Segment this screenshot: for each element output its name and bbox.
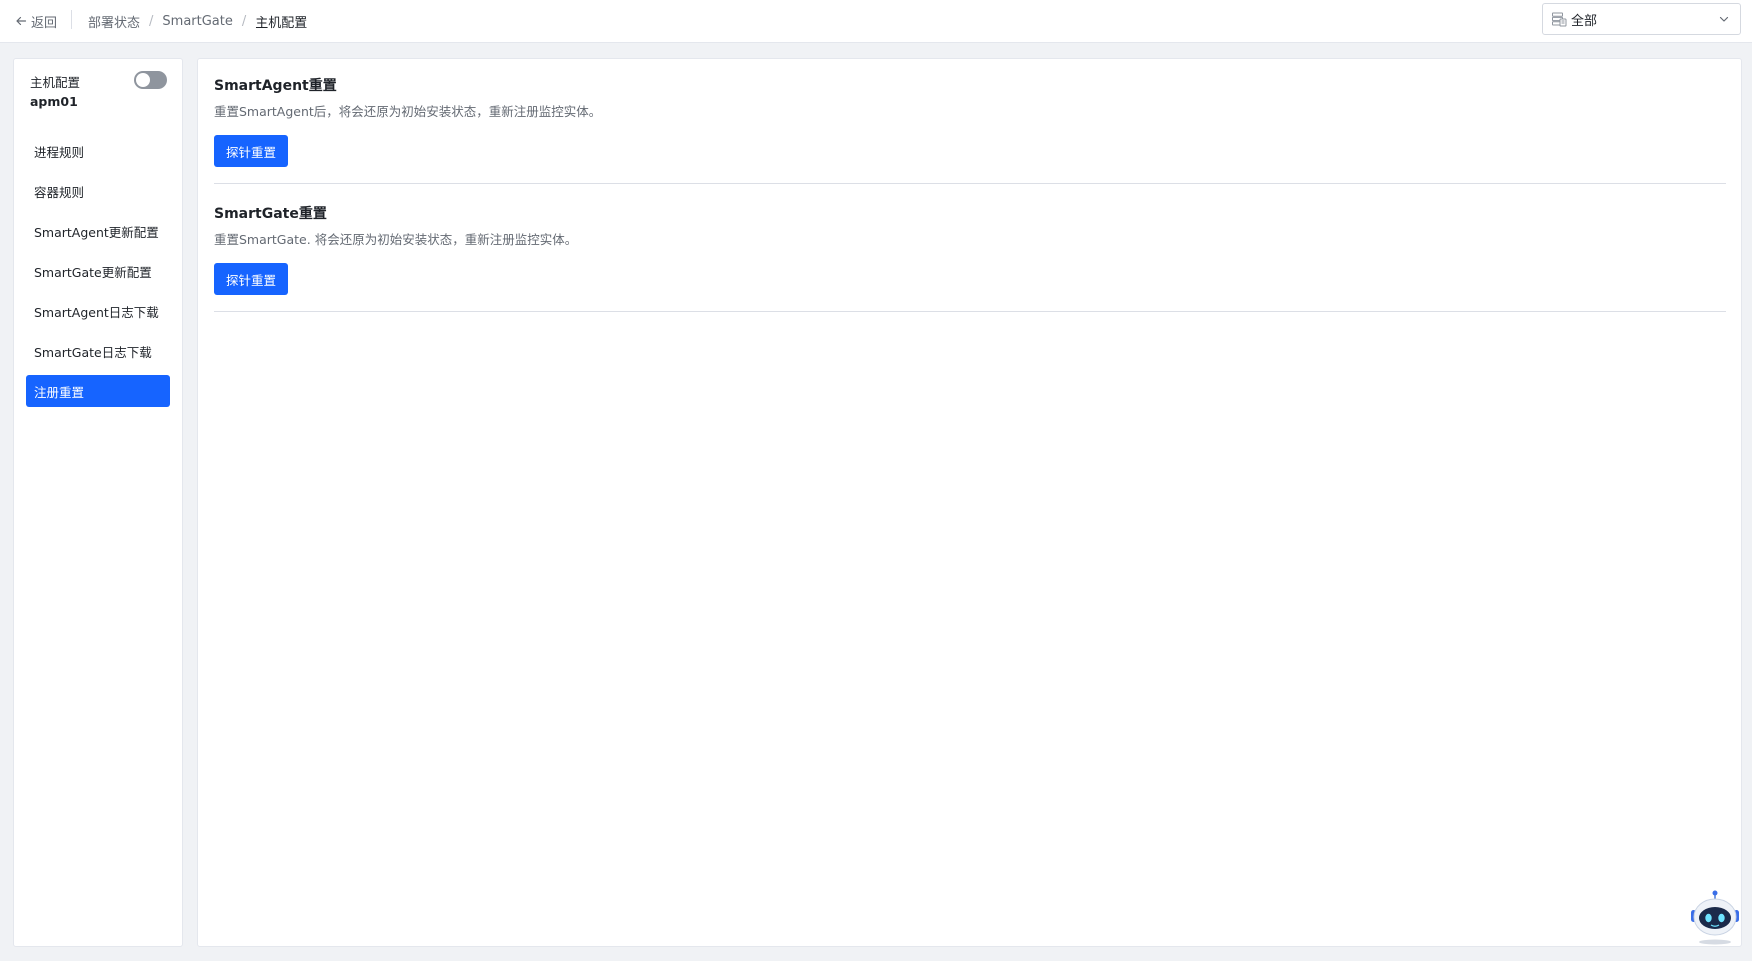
smartagent-reset-section: SmartAgent重置 重置SmartAgent后，将会还原为初始安装状态，重… <box>214 76 1726 184</box>
smartgate-reset-section: SmartGate重置 重置SmartGate. 将会还原为初始安装状态，重新注… <box>214 204 1726 312</box>
section-divider <box>214 183 1726 184</box>
section-divider <box>214 311 1726 312</box>
section-title: SmartGate重置 <box>214 206 327 222</box>
arrow-left-icon <box>16 16 27 26</box>
top-bar: 返回 部署状态 / SmartGate / 主机配置 全部 <box>0 0 1752 43</box>
breadcrumb-separator: / <box>149 13 154 29</box>
sidebar-item-register-reset[interactable]: 注册重置 <box>26 375 170 407</box>
section-description: 重置SmartAgent后，将会还原为初始安装状态，重新注册监控实体。 <box>214 104 602 119</box>
breadcrumb-host-config: 主机配置 <box>255 15 308 31</box>
sidebar: 主机配置 apm01 进程规则 容器规则 SmartAgent更新配置 Smar… <box>13 58 183 947</box>
back-link[interactable]: 返回 <box>15 11 57 31</box>
section-description: 重置SmartGate. 将会还原为初始安装状态，重新注册监控实体。 <box>214 232 578 247</box>
sidebar-item-process-rules[interactable]: 进程规则 <box>26 135 170 167</box>
sidebar-item-smartagent-log-download[interactable]: SmartAgent日志下载 <box>26 295 170 327</box>
breadcrumb-smartgate[interactable]: SmartGate <box>162 14 232 29</box>
sidebar-item-container-rules[interactable]: 容器规则 <box>26 175 170 207</box>
main-panel: SmartAgent重置 重置SmartAgent后，将会还原为初始安装状态，重… <box>197 58 1742 947</box>
back-label: 返回 <box>31 15 58 31</box>
smartgate-probe-reset-button[interactable]: 探针重置 <box>214 263 288 295</box>
breadcrumb: 部署状态 / SmartGate / 主机配置 <box>88 11 307 31</box>
topbar-divider <box>71 10 72 29</box>
host-config-toggle[interactable] <box>134 71 167 89</box>
sidebar-item-smartgate-log-download[interactable]: SmartGate日志下载 <box>26 335 170 367</box>
host-name: apm01 <box>30 94 78 109</box>
chevron-down-icon <box>1719 16 1729 22</box>
robot-assistant-icon[interactable] <box>1687 890 1743 946</box>
sidebar-menu: 进程规则 容器规则 SmartAgent更新配置 SmartGate更新配置 S… <box>26 135 170 415</box>
section-title: SmartAgent重置 <box>214 78 337 94</box>
scope-select-value: 全部 <box>1571 13 1598 29</box>
sidebar-item-smartagent-update-config[interactable]: SmartAgent更新配置 <box>26 215 170 247</box>
breadcrumb-separator: / <box>241 13 247 29</box>
server-list-icon <box>1552 12 1567 27</box>
scope-select[interactable]: 全部 <box>1542 3 1741 35</box>
sidebar-header-label: 主机配置 <box>30 75 81 90</box>
smartagent-probe-reset-button[interactable]: 探针重置 <box>214 135 288 167</box>
sidebar-item-smartgate-update-config[interactable]: SmartGate更新配置 <box>26 255 170 287</box>
breadcrumb-deploy-status[interactable]: 部署状态 <box>88 12 140 31</box>
toggle-knob <box>136 73 150 87</box>
